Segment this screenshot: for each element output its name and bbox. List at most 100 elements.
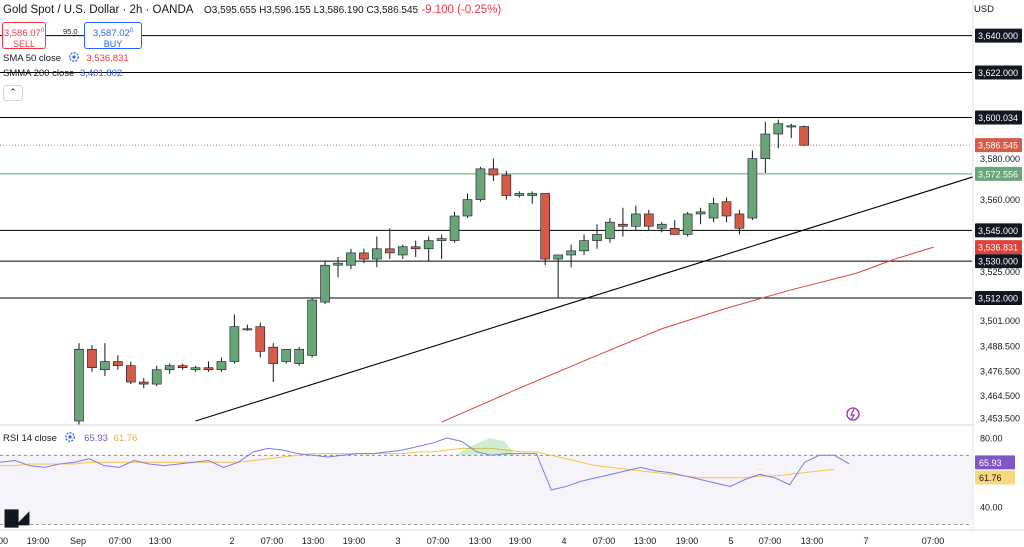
candle-body [527, 193, 538, 196]
candle-body [786, 125, 797, 128]
candle-body [747, 158, 758, 219]
ohlc-values: O3,595.655 H3,596.155 L3,586.190 C3,586.… [204, 5, 419, 16]
candle [255, 322, 266, 358]
candle [384, 228, 395, 260]
candle [320, 261, 330, 305]
candle [540, 193, 551, 266]
candle [164, 363, 175, 374]
candle-body [643, 213, 654, 227]
collapse-legend-button[interactable]: ⌃ [3, 85, 23, 101]
level-tag-label: 3,512.000 [978, 294, 1018, 304]
candle [695, 207, 706, 225]
rsi-value: 65.93 [84, 433, 108, 444]
candle [423, 236, 434, 262]
trendline[interactable] [195, 172, 986, 422]
settings-icon[interactable] [64, 431, 76, 443]
candle [333, 257, 343, 278]
candle [643, 209, 654, 231]
buy-price: 3,587.02 [92, 28, 130, 40]
candle [566, 244, 576, 268]
x-tick-label: Sep [70, 536, 86, 546]
candle-body [164, 365, 175, 371]
level-tag-label: 3,530.000 [978, 257, 1018, 267]
x-tick-label: 3 [395, 536, 400, 546]
candle [74, 343, 84, 426]
smma200-legend[interactable]: SMMA 200 close 3,401.802 [3, 68, 122, 79]
x-tick-label: 07:00 [593, 536, 616, 546]
x-tick-label: 19:00 [343, 536, 366, 546]
currency-label[interactable]: USD [974, 4, 994, 15]
candle-body [372, 248, 382, 260]
candle-body [760, 133, 771, 159]
candle [579, 234, 589, 255]
x-tick-label: 13:00 [469, 536, 492, 546]
candle [449, 211, 460, 243]
candle-body [514, 193, 525, 196]
candle-body [449, 215, 460, 241]
candle [462, 193, 473, 219]
tradingview-logo[interactable]: ▇◢ [5, 508, 29, 528]
settings-icon[interactable] [68, 51, 80, 63]
candle-body [203, 367, 214, 371]
candle-body [799, 126, 810, 146]
rsi-tick-label: 80.00 [980, 434, 1003, 444]
y-tick-label: 3,488.500 [980, 342, 1020, 352]
candle-body [708, 203, 719, 219]
candle [151, 365, 162, 387]
tv-logo-icon: ▇◢ [5, 508, 29, 527]
candle [294, 347, 304, 366]
candle-body [501, 174, 512, 196]
candle-body [100, 361, 110, 371]
x-tick-label: 19:00 [27, 536, 50, 546]
candle-body [579, 240, 589, 252]
sma50-price-tag-label: 3,536.831 [978, 243, 1018, 253]
sell-button[interactable]: 3,586.070 SELL [2, 22, 46, 49]
candle-body [151, 369, 162, 385]
spread-value: 95.0 [63, 27, 78, 36]
candle [372, 236, 382, 268]
buy-button[interactable]: 3,587.020 BUY [84, 22, 142, 49]
sell-price-super: 0 [40, 28, 45, 34]
candle-body [281, 348, 292, 362]
candlesticks [74, 119, 810, 426]
price-axis: 3,640.000 3,622.000 3,600.034 3,545.000 3,53… [972, 0, 1024, 547]
candle [100, 343, 110, 376]
candle [113, 355, 123, 370]
candle-body [294, 348, 304, 364]
candle-body [669, 228, 680, 235]
candle [281, 348, 292, 364]
candle-body [229, 326, 240, 362]
candle [656, 222, 667, 233]
candle [346, 248, 356, 270]
rsi-legend[interactable]: RSI 14 close 65.93 61.76 [3, 431, 137, 444]
candle-body [773, 123, 784, 135]
candle-body [384, 248, 395, 254]
level-tag-label: 3,622.000 [978, 68, 1018, 78]
sma50-line [441, 246, 934, 423]
candle [242, 324, 253, 331]
last-price-tag-label: 3,586.545 [978, 141, 1018, 151]
candle-body [87, 348, 97, 369]
buy-price-super: 0 [129, 28, 134, 34]
candle [618, 207, 628, 237]
x-tick-label: 13:00 [801, 536, 824, 546]
rsi-pane [0, 424, 973, 525]
symbol-title: Gold Spot / U.S. Dollar · 2h · OANDA [3, 4, 193, 16]
candle [138, 377, 149, 389]
candle-body [553, 254, 563, 260]
symbol-legend[interactable]: Gold Spot / U.S. Dollar · 2h · OANDA O3,… [3, 4, 501, 16]
lightning-bolt [850, 408, 855, 420]
candle [514, 191, 525, 198]
candle [682, 211, 693, 237]
sma50-legend[interactable]: SMA 50 close 3,536.831 [3, 51, 129, 64]
candle [747, 150, 758, 221]
candle-body [138, 381, 149, 385]
chart-area[interactable]: 3,640.000 3,622.000 3,600.034 3,545.000 3,53… [0, 0, 1024, 547]
candle-body [656, 223, 667, 229]
candle [721, 197, 732, 223]
candle-body [423, 240, 434, 250]
y-tick-label: 3,453.500 [980, 413, 1020, 423]
rsi-ma-value: 61.76 [113, 433, 138, 444]
candle-body [307, 299, 317, 356]
x-tick-label: 07:00 [109, 536, 132, 546]
